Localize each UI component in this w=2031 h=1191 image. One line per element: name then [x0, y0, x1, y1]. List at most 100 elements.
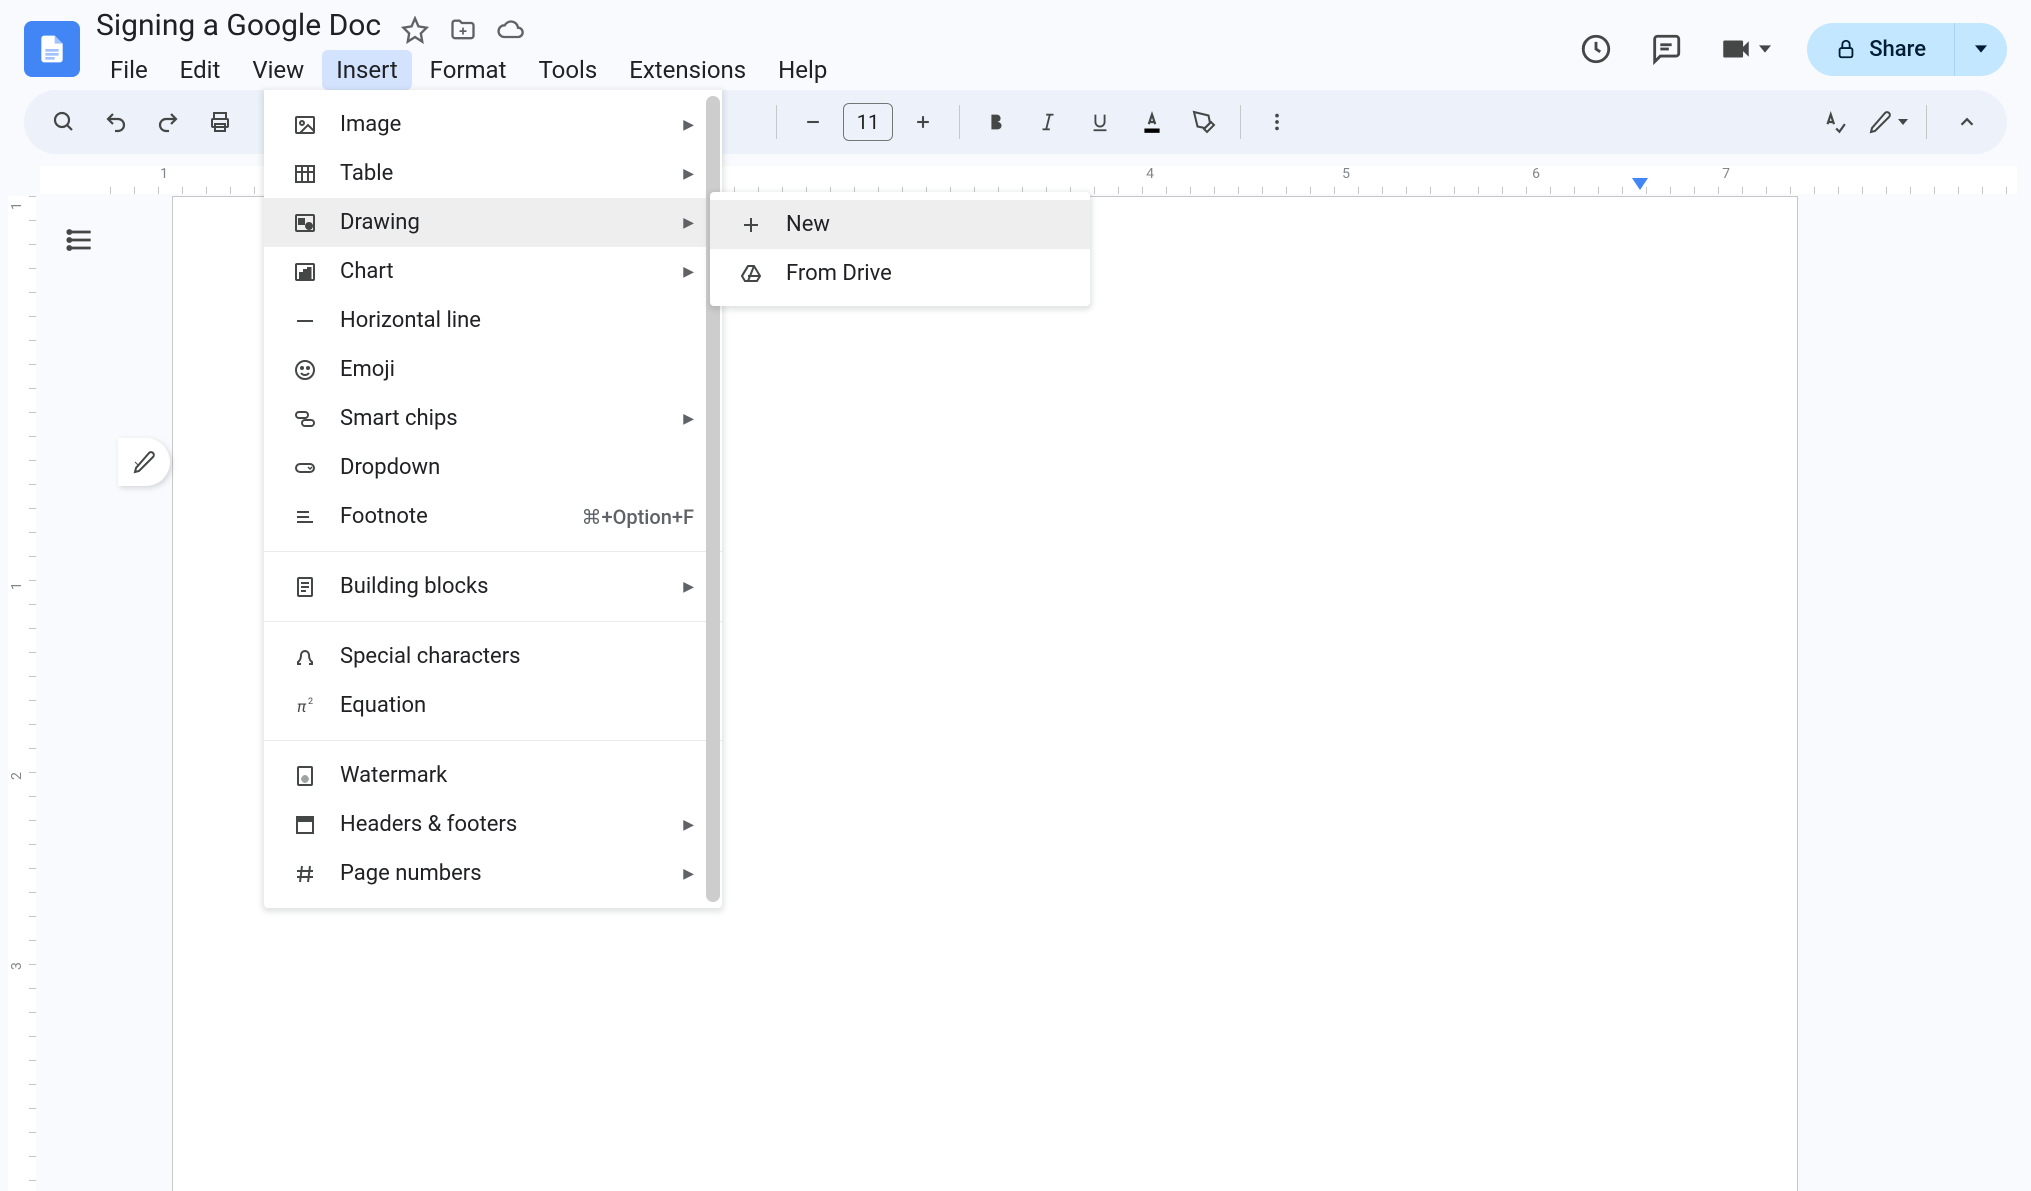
menu-extensions[interactable]: Extensions [615, 50, 760, 90]
share-dropdown-button[interactable] [1954, 23, 2007, 76]
drawing-submenu: NewFrom Drive [710, 192, 1090, 306]
editing-mode-icon[interactable] [1868, 100, 1908, 144]
insert-menu-item-headers-footers[interactable]: Headers & footers▶ [264, 800, 722, 849]
insert-menu-item-horizontal-line[interactable]: Horizontal line [264, 296, 722, 345]
menu-item-label: Horizontal line [340, 308, 481, 333]
toolbar-separator [1240, 105, 1241, 139]
document-title[interactable]: Signing a Google Doc [96, 8, 381, 43]
spellcheck-icon[interactable] [1812, 100, 1856, 144]
history-icon[interactable] [1579, 32, 1613, 66]
menu-item-label: Chart [340, 259, 394, 284]
share-button[interactable]: Share [1807, 23, 1954, 76]
menu-edit[interactable]: Edit [166, 50, 235, 90]
drawing-submenu-item-new[interactable]: New [710, 200, 1090, 249]
blocks-icon [292, 575, 318, 599]
insert-menu-item-drawing[interactable]: Drawing ▶ [264, 198, 722, 247]
outline-toggle-icon[interactable] [64, 224, 96, 256]
menu-view[interactable]: View [238, 50, 318, 90]
move-icon[interactable] [449, 16, 477, 44]
submenu-arrow-icon: ▶ [683, 215, 694, 231]
insert-menu-item-equation[interactable]: π2Equation [264, 681, 722, 730]
suggest-edits-toggle[interactable] [118, 438, 170, 486]
menu-shortcut: ⌘+Option+F [582, 505, 694, 529]
search-icon[interactable] [42, 100, 86, 144]
menu-item-label: Smart chips [340, 406, 458, 431]
insert-menu-item-special-characters[interactable]: Special characters [264, 632, 722, 681]
highlight-icon[interactable] [1182, 100, 1226, 144]
pi-icon: π2 [292, 694, 318, 718]
watermark-icon [292, 764, 318, 788]
underline-icon[interactable] [1078, 100, 1122, 144]
text-color-icon[interactable] [1130, 100, 1174, 144]
menu-item-label: Building blocks [340, 574, 489, 599]
ruler-mark: 3 [9, 962, 25, 970]
more-icon[interactable] [1255, 100, 1299, 144]
chart-icon [292, 260, 318, 284]
emoji-icon [292, 358, 318, 382]
menu-item-label: Watermark [340, 763, 447, 788]
menu-tools[interactable]: Tools [524, 50, 611, 90]
insert-menu-item-emoji[interactable]: Emoji [264, 345, 722, 394]
print-icon[interactable] [198, 100, 242, 144]
ruler-mark: 2 [9, 772, 25, 780]
drawing-icon [292, 211, 318, 235]
submenu-arrow-icon: ▶ [683, 264, 694, 280]
insert-menu-item-dropdown[interactable]: Dropdown [264, 443, 722, 492]
image-icon [292, 113, 318, 137]
bold-icon[interactable] [974, 100, 1018, 144]
decrease-font-icon[interactable] [791, 100, 835, 144]
meet-icon[interactable] [1719, 32, 1771, 66]
share-label: Share [1869, 37, 1926, 62]
italic-icon[interactable] [1026, 100, 1070, 144]
cloud-status-icon[interactable] [497, 16, 525, 44]
share-button-group: Share [1807, 23, 2007, 76]
ruler-mark: 6 [1532, 166, 1540, 182]
svg-text:π: π [297, 697, 307, 716]
increase-font-icon[interactable] [901, 100, 945, 144]
headers-icon [292, 813, 318, 837]
hash-icon [292, 862, 318, 886]
insert-menu-item-building-blocks[interactable]: Building blocks▶ [264, 562, 722, 611]
menu-item-label: Dropdown [340, 455, 440, 480]
submenu-arrow-icon: ▶ [683, 866, 694, 882]
ruler-mark: 1 [160, 166, 168, 182]
insert-menu-item-image[interactable]: Image▶ [264, 100, 722, 149]
submenu-arrow-icon: ▶ [683, 117, 694, 133]
drawing-submenu-item-from-drive[interactable]: From Drive [710, 249, 1090, 298]
comments-icon[interactable] [1649, 32, 1683, 66]
menu-item-label: Drawing [340, 210, 420, 235]
insert-menu-item-smart-chips[interactable]: Smart chips▶ [264, 394, 722, 443]
menu-divider [264, 621, 722, 622]
collapse-toolbar-icon[interactable] [1945, 100, 1989, 144]
menu-format[interactable]: Format [416, 50, 521, 90]
vertical-ruler: 1 1 2 3 [8, 196, 36, 1191]
docs-logo-icon[interactable] [24, 21, 80, 77]
menu-insert[interactable]: Insert [322, 50, 411, 90]
toolbar-separator [1926, 105, 1927, 139]
menu-help[interactable]: Help [764, 50, 841, 90]
font-size-input[interactable]: 11 [843, 103, 893, 141]
dropdown-icon [292, 456, 318, 480]
toolbar-separator [959, 105, 960, 139]
drive-icon [738, 262, 764, 286]
footnote-icon [292, 505, 318, 529]
ruler-mark: 7 [1722, 166, 1730, 182]
submenu-arrow-icon: ▶ [683, 166, 694, 182]
plus-icon [738, 213, 764, 237]
menu-item-label: Special characters [340, 644, 521, 669]
menu-divider [264, 551, 722, 552]
menu-item-label: Footnote [340, 504, 428, 529]
star-icon[interactable] [401, 16, 429, 44]
insert-menu-item-table[interactable]: Table ▶ [264, 149, 722, 198]
menu-file[interactable]: File [96, 50, 162, 90]
toolbar-separator [776, 105, 777, 139]
hr-icon [292, 309, 318, 333]
insert-menu-item-watermark[interactable]: Watermark [264, 751, 722, 800]
redo-icon[interactable] [146, 100, 190, 144]
chips-icon [292, 407, 318, 431]
undo-icon[interactable] [94, 100, 138, 144]
insert-menu-item-chart[interactable]: Chart ▶ [264, 247, 722, 296]
menu-item-label: Table [340, 161, 393, 186]
insert-menu-item-footnote[interactable]: Footnote ⌘+Option+F [264, 492, 722, 541]
insert-menu-item-page-numbers[interactable]: Page numbers▶ [264, 849, 722, 898]
